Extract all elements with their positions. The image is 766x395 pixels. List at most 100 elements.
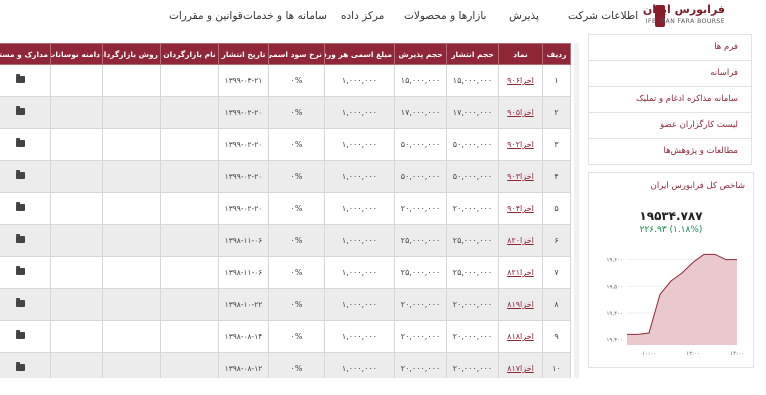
symbol-link[interactable]: اخزا۹۰۲ [498, 128, 543, 161]
market-maker-cell [160, 128, 219, 161]
documents-cell[interactable] [0, 288, 51, 321]
symbol-text[interactable]: اخزا۸۱۸ [507, 332, 534, 341]
table-scrollbar[interactable] [574, 43, 579, 378]
nominal-amount-cell: ۱,۰۰۰,۰۰۰ [324, 96, 395, 129]
issue-date-cell: ۱۳۹۹-۰۳-۲۱ [218, 64, 269, 97]
nav-laws[interactable]: قوانین و مقررات [169, 10, 243, 22]
folder-icon[interactable] [15, 362, 25, 371]
ifb-logo[interactable]: فرابورس ایران IFB IRAN FARA BOURSE [643, 3, 733, 31]
folder-icon[interactable] [15, 74, 25, 83]
table-row: ۷ اخزا۸۲۱ ۲۵,۰۰۰,۰۰۰ ۲۵,۰۰۰,۰۰۰ ۱,۰۰۰,۰۰۰ ۰% ۱… [0, 256, 571, 289]
nav-company-info[interactable]: اطلاعات شرکت [568, 10, 638, 22]
documents-cell[interactable] [0, 192, 51, 225]
table-row: ۹ اخزا۸۱۸ ۲۰,۰۰۰,۰۰۰ ۲۰,۰۰۰,۰۰۰ ۱,۰۰۰,۰۰۰ ۰% ۱… [0, 320, 571, 353]
folder-icon[interactable] [15, 298, 25, 307]
symbol-link[interactable]: اخزا۸۲۰ [498, 224, 543, 257]
symbol-text[interactable]: اخزا۹۰۳ [507, 172, 534, 181]
symbol-link[interactable]: اخزا۸۱۹ [498, 288, 543, 321]
market-making-method-cell [102, 192, 161, 225]
sidebar-menu: فرم ها فراسانه سامانه مذاکره ادغام و تمل… [588, 34, 752, 165]
folder-icon[interactable] [15, 234, 25, 243]
documents-cell[interactable] [0, 64, 51, 97]
bonds-table-container: ردیف نماد حجم انتشار حجم پذیرش مبلغ اسمی… [0, 43, 571, 395]
symbol-text[interactable]: اخزا۹۰۵ [507, 108, 534, 117]
documents-cell[interactable] [0, 96, 51, 129]
table-row: ۱ اخزا۹۰۶ ۱۵,۰۰۰,۰۰۰ ۱۵,۰۰۰,۰۰۰ ۱,۰۰۰,۰۰۰ ۰% ۱… [0, 64, 571, 97]
accepted-volume-cell: ۱۷,۰۰۰,۰۰۰ [394, 96, 447, 129]
issue-volume-cell: ۵۰,۰۰۰,۰۰۰ [446, 128, 499, 161]
header-fluctuation-range[interactable]: دامنه نوسانات [50, 43, 103, 65]
nominal-rate-cell: ۰% [268, 128, 325, 161]
header-issue-date[interactable]: تاریخ انتشار [218, 43, 269, 65]
sidebar: فرم ها فراسانه سامانه مذاکره ادغام و تمل… [588, 34, 752, 165]
symbol-text[interactable]: اخزا۹۰۶ [507, 76, 534, 85]
folder-icon[interactable] [15, 330, 25, 339]
symbol-text[interactable]: اخزا۹۰۴ [507, 204, 534, 213]
header-issue-volume[interactable]: حجم انتشار [446, 43, 499, 65]
header-nominal-amount[interactable]: مبلغ اسمی هر ورقه [324, 43, 395, 65]
documents-cell[interactable] [0, 256, 51, 289]
nav-markets[interactable]: بازارها و محصولات [404, 10, 486, 22]
market-making-method-cell [102, 320, 161, 353]
nominal-amount-cell: ۱,۰۰۰,۰۰۰ [324, 256, 395, 289]
header-market-maker[interactable]: نام بازارگردان [160, 43, 219, 65]
nav-systems[interactable]: سامانه ها و خدمات [243, 10, 327, 22]
table-row: ۵ اخزا۹۰۴ ۲۰,۰۰۰,۰۰۰ ۲۰,۰۰۰,۰۰۰ ۱,۰۰۰,۰۰۰ ۰% ۱… [0, 192, 571, 225]
symbol-text[interactable]: اخزا۸۱۷ [507, 364, 534, 373]
header-documents[interactable]: مدارک و مستندات [0, 43, 51, 65]
nav-admission[interactable]: پذیرش [509, 10, 539, 22]
accepted-volume-cell: ۲۰,۰۰۰,۰۰۰ [394, 192, 447, 225]
header-market-making-method[interactable]: روش بازارگردانی [102, 43, 161, 65]
header-row-number[interactable]: ردیف [542, 43, 571, 65]
documents-cell[interactable] [0, 160, 51, 193]
folder-icon[interactable] [15, 202, 25, 211]
symbol-link[interactable]: اخزا۹۰۳ [498, 160, 543, 193]
row-number-cell: ۹ [542, 320, 571, 353]
chart-y-tick-label: ۱۹,۵۰۰ [606, 284, 623, 290]
index-widget-title[interactable]: شاخص کل فرابورس ایران [651, 181, 745, 191]
row-number-cell: ۵ [542, 192, 571, 225]
sidebar-item-merger-system[interactable]: سامانه مذاکره ادغام و تملیک [589, 87, 751, 113]
header-accepted-volume[interactable]: حجم پذیرش [394, 43, 447, 65]
nominal-amount-cell: ۱,۰۰۰,۰۰۰ [324, 64, 395, 97]
nominal-rate-cell: ۰% [268, 224, 325, 257]
market-maker-cell [160, 320, 219, 353]
folder-icon[interactable] [15, 138, 25, 147]
symbol-text[interactable]: اخزا۹۰۲ [507, 140, 534, 149]
page-bottom [0, 378, 579, 395]
accepted-volume-cell: ۲۵,۰۰۰,۰۰۰ [394, 224, 447, 257]
folder-icon[interactable] [15, 170, 25, 179]
issue-volume-cell: ۲۵,۰۰۰,۰۰۰ [446, 224, 499, 257]
issue-volume-cell: ۲۵,۰۰۰,۰۰۰ [446, 256, 499, 289]
header-symbol[interactable]: نماد [498, 43, 543, 65]
documents-cell[interactable] [0, 320, 51, 353]
nav-data-center[interactable]: مرکز داده [341, 10, 384, 22]
issue-date-cell: ۱۳۹۸-۰۸-۱۴ [218, 320, 269, 353]
documents-cell[interactable] [0, 128, 51, 161]
symbol-link[interactable]: اخزا۸۱۸ [498, 320, 543, 353]
folder-icon[interactable] [15, 106, 25, 115]
symbol-link[interactable]: اخزا۹۰۶ [498, 64, 543, 97]
symbol-link[interactable]: اخزا۸۲۱ [498, 256, 543, 289]
sidebar-item-farasaneh[interactable]: فراسانه [589, 61, 751, 87]
nominal-amount-cell: ۱,۰۰۰,۰۰۰ [324, 288, 395, 321]
sidebar-item-brokers-list[interactable]: لیست کارگزاران عضو [589, 113, 751, 139]
symbol-link[interactable]: اخزا۹۰۵ [498, 96, 543, 129]
sidebar-item-research[interactable]: مطالعات و پژوهش‌ها [589, 139, 751, 164]
nominal-amount-cell: ۱,۰۰۰,۰۰۰ [324, 320, 395, 353]
nominal-amount-cell: ۱,۰۰۰,۰۰۰ [324, 128, 395, 161]
issue-date-cell: ۱۳۹۹-۰۲-۲۰ [218, 160, 269, 193]
symbol-text[interactable]: اخزا۸۲۱ [507, 268, 534, 277]
index-chart: ۱۹,۳۰۰ ۱۹,۴۰۰ ۱۹,۵۰۰ ۱۹,۶۰۰ ۱۰:۰۰ ۱۲:۰۰ ۱۴:۰۰ [606, 253, 744, 357]
issue-date-cell: ۱۳۹۸-۱۰-۲۲ [218, 288, 269, 321]
nominal-rate-cell: ۰% [268, 96, 325, 129]
symbol-text[interactable]: اخزا۸۱۹ [507, 300, 534, 309]
folder-icon[interactable] [15, 266, 25, 275]
issue-volume-cell: ۲۰,۰۰۰,۰۰۰ [446, 192, 499, 225]
symbol-text[interactable]: اخزا۸۲۰ [507, 236, 534, 245]
symbol-link[interactable]: اخزا۹۰۴ [498, 192, 543, 225]
header-nominal-rate[interactable]: نرخ سود اسمی [268, 43, 325, 65]
documents-cell[interactable] [0, 224, 51, 257]
fluctuation-range-cell [50, 64, 103, 97]
sidebar-item-forms[interactable]: فرم ها [589, 35, 751, 61]
